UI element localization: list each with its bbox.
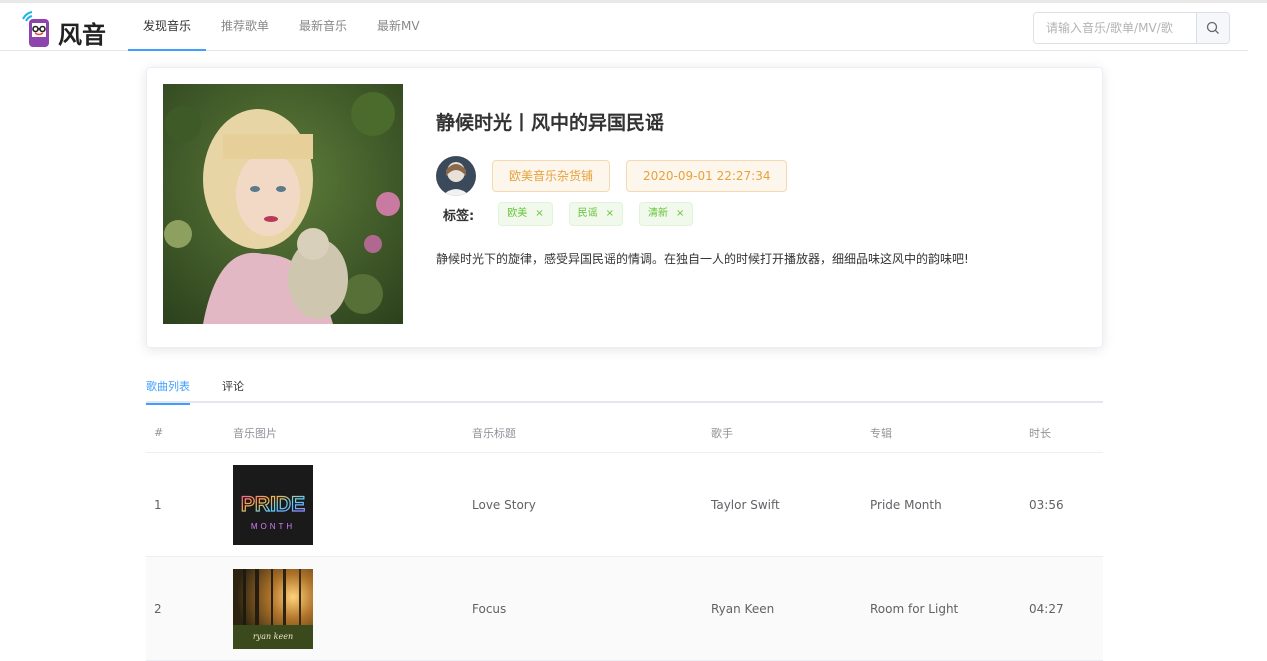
song-cover-image: PRIDE MONTH xyxy=(233,464,313,545)
table-header: # 音乐图片 音乐标题 歌手 专辑 时长 xyxy=(146,413,1103,453)
tag-item[interactable]: 民谣 × xyxy=(568,202,623,226)
song-index: 2 xyxy=(154,601,162,616)
tags-label: 标签: xyxy=(443,208,475,224)
creator-name-tag[interactable]: 欧美音乐杂货铺 xyxy=(492,160,611,192)
search-button[interactable] xyxy=(1196,13,1229,43)
nav-latest-mv[interactable]: 最新MV xyxy=(362,3,435,51)
app-logo[interactable]: 风音 xyxy=(20,9,110,49)
playlist-card: 静候时光丨风中的异国民谣 欧美音乐杂货铺 2020-09-01 22:27:34… xyxy=(146,67,1103,348)
nav-recommended-playlists[interactable]: 推荐歌单 xyxy=(206,3,284,51)
song-artist[interactable]: Ryan Keen xyxy=(711,602,870,616)
song-cover-cell: ryan keen xyxy=(233,568,472,649)
song-album[interactable]: Pride Month xyxy=(870,498,1029,512)
header-music-image: 音乐图片 xyxy=(233,426,277,440)
header-duration: 时长 xyxy=(1029,426,1051,440)
created-time-tag: 2020-09-01 22:27:34 xyxy=(626,160,788,192)
cover-text-month: MONTH xyxy=(251,522,295,531)
song-table: # 音乐图片 音乐标题 歌手 专辑 时长 1 PRIDE MONTH Love … xyxy=(146,413,1103,661)
tag-label: 民谣 xyxy=(577,208,598,219)
tag-item[interactable]: 欧美 × xyxy=(498,202,553,226)
logo-text: 风音 xyxy=(58,21,106,49)
song-artist[interactable]: Taylor Swift xyxy=(711,498,870,512)
header-album: 专辑 xyxy=(870,426,892,440)
header-music-title: 音乐标题 xyxy=(472,426,516,440)
song-cover-cell: PRIDE MONTH xyxy=(233,464,472,545)
playlist-cover-image xyxy=(163,84,403,324)
table-row[interactable]: 1 PRIDE MONTH Love Story Taylor Swift Pr… xyxy=(146,453,1103,557)
search-input[interactable] xyxy=(1034,13,1196,43)
tab-song-list[interactable]: 歌曲列表 xyxy=(146,372,190,405)
header-index: # xyxy=(154,426,164,439)
tag-label: 欧美 xyxy=(507,208,528,219)
table-row[interactable]: 2 ryan keen Focus Ryan Keen Room for Lig… xyxy=(146,557,1103,661)
song-cover-image: ryan keen xyxy=(233,568,313,649)
nav-discover-music[interactable]: 发现音乐 xyxy=(128,3,207,51)
cover-text-pride: PRIDE xyxy=(241,493,305,516)
tag-item[interactable]: 清新 × xyxy=(638,202,694,226)
playlist-title: 静候时光丨风中的异国民谣 xyxy=(436,112,665,134)
nav-latest-music[interactable]: 最新音乐 xyxy=(284,3,362,51)
tag-label: 清新 xyxy=(647,208,668,219)
close-icon[interactable]: × xyxy=(676,208,684,219)
creator-avatar[interactable] xyxy=(436,156,476,196)
logo-icon xyxy=(22,11,49,47)
search-icon xyxy=(1206,21,1219,34)
song-title[interactable]: Love Story xyxy=(472,498,711,512)
song-album[interactable]: Room for Light xyxy=(870,602,1029,616)
song-title[interactable]: Focus xyxy=(472,602,711,616)
app-header: 风音 发现音乐 推荐歌单 最新音乐 最新MV xyxy=(0,3,1248,51)
song-index: 1 xyxy=(154,497,162,512)
playlist-info: 静候时光丨风中的异国民谣 欧美音乐杂货铺 2020-09-01 22:27:34… xyxy=(436,108,1076,266)
search-box xyxy=(1033,12,1230,44)
content-tabs: 歌曲列表 评论 xyxy=(146,372,1103,405)
close-icon[interactable]: × xyxy=(535,208,543,219)
main-nav: 发现音乐 推荐歌单 最新音乐 最新MV xyxy=(128,3,435,51)
song-duration: 04:27 xyxy=(1029,601,1064,616)
song-duration: 03:56 xyxy=(1029,497,1064,512)
close-icon[interactable]: × xyxy=(606,208,614,219)
tags-row: 标签: 欧美 × 民谣 × 清新 × xyxy=(443,202,709,226)
header-artist: 歌手 xyxy=(711,426,733,440)
playlist-description: 静候时光下的旋律，感受异国民谣的情调。在独自一人的时候打开播放器，细细品味这风中… xyxy=(436,252,969,266)
tab-comments[interactable]: 评论 xyxy=(222,372,244,403)
creator-row: 欧美音乐杂货铺 2020-09-01 22:27:34 xyxy=(436,156,803,196)
cover-text-artist: ryan keen xyxy=(253,632,293,641)
